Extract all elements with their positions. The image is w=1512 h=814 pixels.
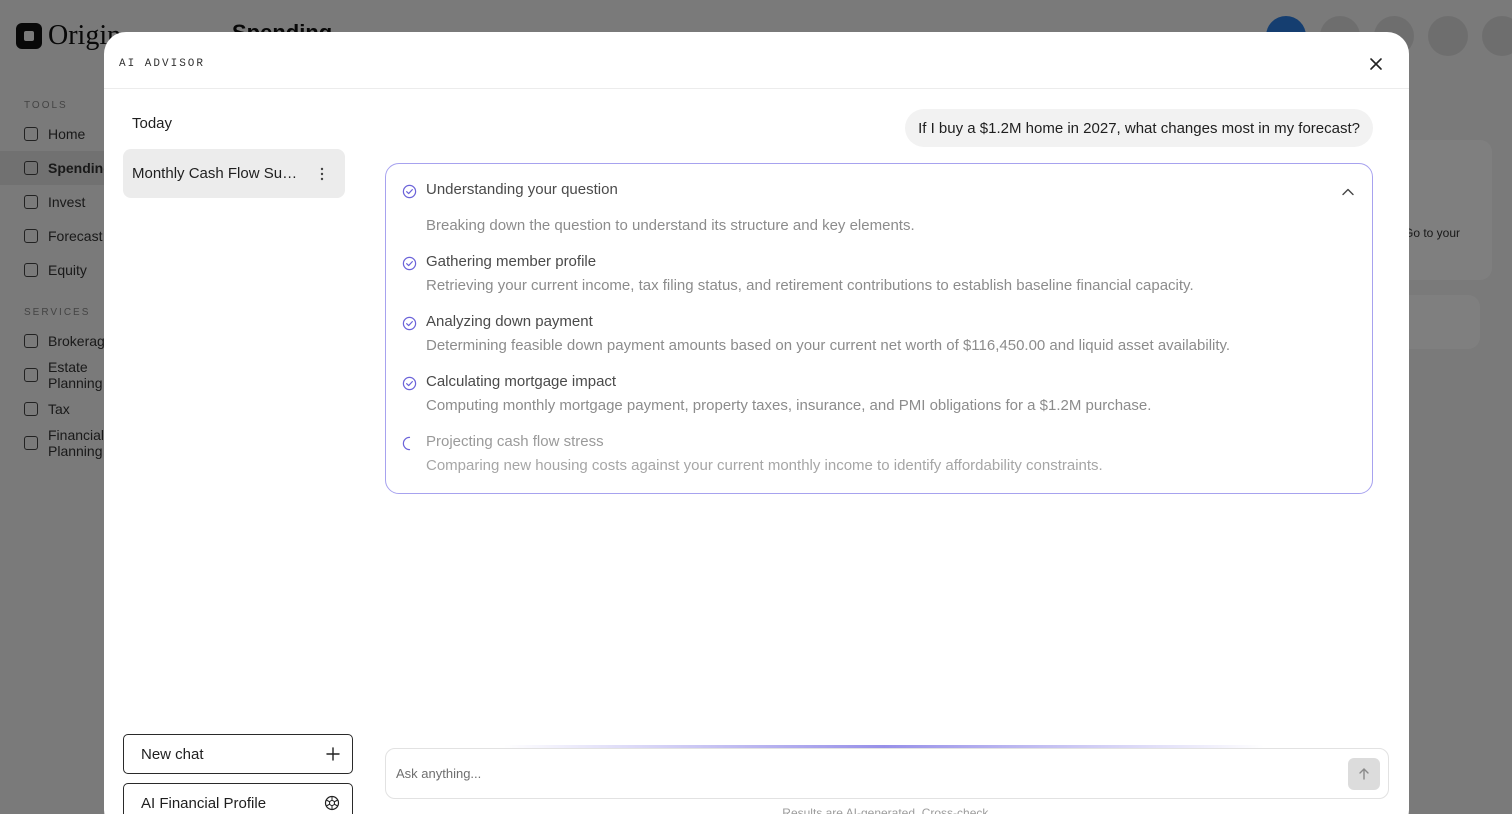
check-circle-icon [402, 256, 417, 271]
plus-icon [326, 747, 340, 761]
ai-financial-profile-button[interactable]: AI Financial Profile [123, 783, 353, 814]
arrow-up-icon [1359, 768, 1369, 780]
step-description: Breaking down the question to understand… [426, 217, 915, 234]
ai-profile-icon [324, 795, 340, 811]
modal-header: AI ADVISOR [104, 32, 1409, 89]
step-title: Projecting cash flow stress [426, 433, 604, 450]
chat-input[interactable] [396, 749, 1326, 798]
new-chat-button[interactable]: New chat [123, 734, 353, 774]
step-description: Retrieving your current income, tax fili… [426, 277, 1194, 294]
loading-spinner-icon [402, 436, 411, 451]
chat-composer [385, 748, 1389, 799]
reasoning-steps-card: Understanding your question Breaking dow… [385, 163, 1373, 494]
user-message: If I buy a $1.2M home in 2027, what chan… [905, 109, 1373, 147]
step-description: Determining feasible down payment amount… [426, 337, 1231, 354]
chat-history-item[interactable]: Monthly Cash Flow Summary [123, 149, 345, 198]
step-title: Analyzing down payment [426, 313, 593, 330]
close-button[interactable] [1366, 54, 1386, 74]
close-icon [1370, 58, 1382, 70]
ai-financial-profile-label: AI Financial Profile [141, 794, 267, 812]
new-chat-label: New chat [141, 745, 204, 763]
collapse-button[interactable] [1340, 184, 1356, 200]
check-circle-icon [402, 376, 417, 391]
check-circle-icon [402, 316, 417, 331]
step-title: Gathering member profile [426, 253, 597, 270]
step-title: Calculating mortgage impact [426, 373, 617, 390]
more-options-icon[interactable] [315, 167, 329, 181]
chat-history-section-label: Today [132, 115, 173, 132]
modal-title: AI ADVISOR [119, 58, 206, 70]
send-button[interactable] [1348, 758, 1380, 790]
ai-advisor-modal: AI ADVISOR Today Monthly Cash Flow Summa… [104, 32, 1409, 814]
step-description: Comparing new housing costs against your… [426, 457, 1103, 474]
step-title: Understanding your question [426, 181, 618, 198]
chat-history-item-label: Monthly Cash Flow Summary [132, 165, 302, 182]
chevron-up-icon [1342, 188, 1354, 196]
check-circle-icon [402, 184, 417, 199]
disclaimer-text: Results are AI-generated. Cross-check. [782, 806, 992, 814]
step-description: Computing monthly mortgage payment, prop… [426, 397, 1152, 414]
